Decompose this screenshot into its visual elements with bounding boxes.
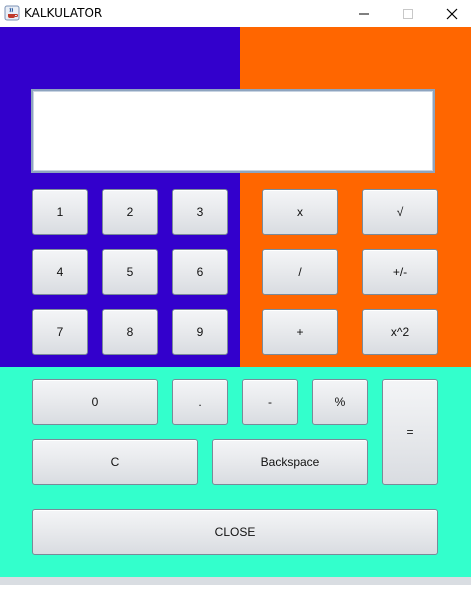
- java-cup-icon: [4, 5, 20, 21]
- key-6[interactable]: 6: [172, 249, 228, 295]
- minimize-button[interactable]: [342, 0, 386, 27]
- plus-minus-button[interactable]: +/-: [362, 249, 438, 295]
- close-button[interactable]: CLOSE: [32, 509, 438, 555]
- close-icon: [446, 8, 458, 20]
- clear-button[interactable]: C: [32, 439, 198, 485]
- calculator-display[interactable]: [31, 89, 435, 173]
- maximize-icon: [403, 9, 413, 19]
- plus-button[interactable]: +: [262, 309, 338, 355]
- multiply-button[interactable]: x: [262, 189, 338, 235]
- maximize-button[interactable]: [386, 0, 430, 27]
- minus-button[interactable]: -: [242, 379, 298, 425]
- key-2[interactable]: 2: [102, 189, 158, 235]
- equals-button[interactable]: =: [382, 379, 438, 485]
- minimize-icon: [359, 13, 369, 15]
- square-button[interactable]: x^2: [362, 309, 438, 355]
- key-4[interactable]: 4: [32, 249, 88, 295]
- key-3[interactable]: 3: [172, 189, 228, 235]
- window-title: KALKULATOR: [24, 6, 103, 20]
- window-bottom-border: [0, 577, 471, 585]
- key-0[interactable]: 0: [32, 379, 158, 425]
- backspace-button[interactable]: Backspace: [212, 439, 368, 485]
- divide-button[interactable]: /: [262, 249, 338, 295]
- decimal-button[interactable]: .: [172, 379, 228, 425]
- percent-button[interactable]: %: [312, 379, 368, 425]
- square-root-button[interactable]: √: [362, 189, 438, 235]
- key-5[interactable]: 5: [102, 249, 158, 295]
- key-9[interactable]: 9: [172, 309, 228, 355]
- window-close-button[interactable]: [430, 0, 471, 27]
- window-edge: [0, 585, 471, 589]
- title-bar: KALKULATOR: [0, 0, 471, 28]
- key-8[interactable]: 8: [102, 309, 158, 355]
- key-1[interactable]: 1: [32, 189, 88, 235]
- key-7[interactable]: 7: [32, 309, 88, 355]
